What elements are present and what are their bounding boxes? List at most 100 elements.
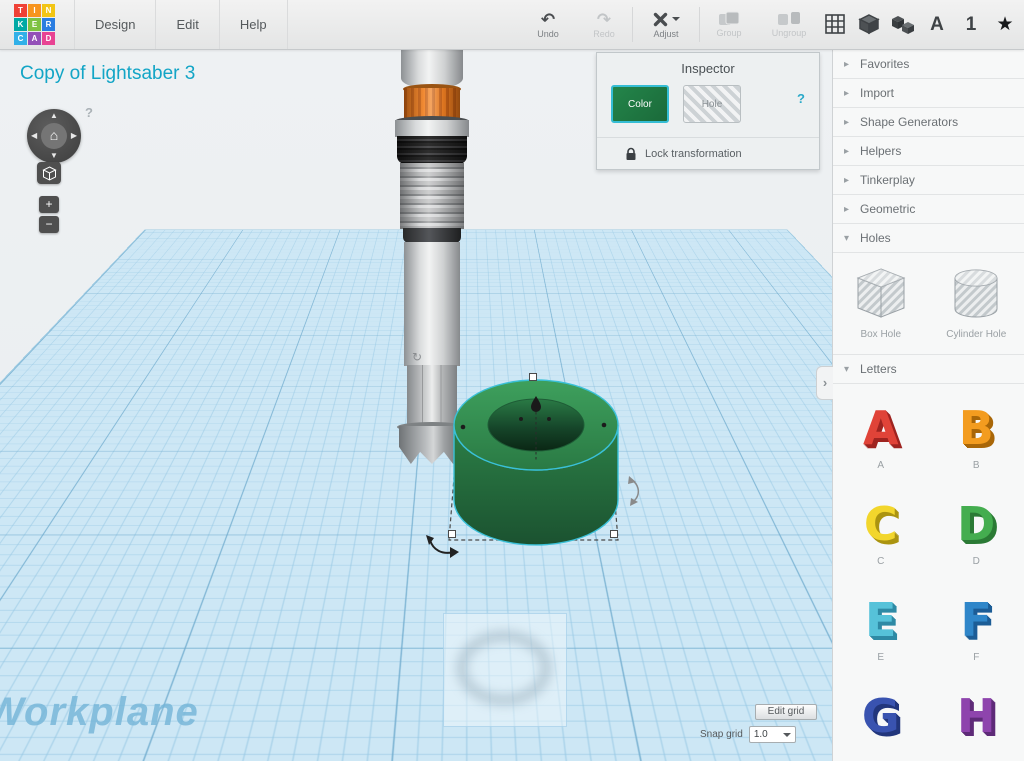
workplane-grid-icon[interactable] bbox=[822, 12, 848, 38]
edit-grid-button[interactable]: Edit grid bbox=[755, 704, 817, 720]
color-swatch[interactable]: Color bbox=[611, 85, 669, 123]
box-hole-icon bbox=[852, 265, 910, 323]
holes-shape-list: Box Hole Cylinder Hole bbox=[833, 253, 1024, 355]
sidebar-section-helpers[interactable]: ▸ Helpers bbox=[833, 137, 1024, 166]
zoom-out-button[interactable]: − bbox=[39, 216, 59, 233]
logo-tile: E bbox=[28, 18, 41, 31]
cube-icon bbox=[42, 166, 57, 181]
section-label: Shape Generators bbox=[860, 115, 958, 129]
letter-shape-d[interactable]: D D bbox=[929, 480, 1024, 576]
sidebar-collapse-tab[interactable]: › bbox=[816, 366, 833, 400]
chevron-down-icon bbox=[672, 17, 680, 25]
star-icon[interactable]: ★ bbox=[992, 12, 1018, 38]
home-view-icon[interactable]: ⌂ bbox=[41, 123, 67, 149]
letter-d-icon: D bbox=[957, 500, 995, 548]
rotate-left-arrow-icon[interactable]: ◀ bbox=[31, 132, 37, 140]
group-button[interactable]: Group bbox=[700, 0, 758, 49]
shape-label: C bbox=[877, 556, 884, 567]
section-label: Geometric bbox=[860, 202, 915, 216]
undo-button[interactable]: ↶ Undo bbox=[520, 0, 576, 49]
saber-dark-band bbox=[403, 228, 461, 243]
redo-icon: ↷ bbox=[597, 11, 611, 28]
shapes-icon[interactable] bbox=[890, 12, 916, 38]
chevron-right-icon: ▸ bbox=[844, 166, 849, 195]
sidebar-section-tinkerplay[interactable]: ▸ Tinkerplay bbox=[833, 166, 1024, 195]
menu-edit[interactable]: Edit bbox=[156, 0, 219, 49]
chevron-down-icon bbox=[783, 733, 791, 741]
shape-label: Cylinder Hole bbox=[946, 329, 1006, 340]
sidebar-section-shape-generators[interactable]: ▸ Shape Generators bbox=[833, 108, 1024, 137]
saber-black-ribs bbox=[397, 136, 467, 164]
shapes-sidebar: ▸ Favorites ▸ Import ▸ Shape Generators … bbox=[832, 50, 1024, 761]
letter-shape-h[interactable]: H bbox=[929, 672, 1024, 761]
top-bar: T I N K E R C A D Design Edit Help ↶ Und… bbox=[0, 0, 1024, 50]
letter-shape-g[interactable]: G bbox=[833, 672, 929, 761]
rotate-handle-side[interactable] bbox=[628, 476, 638, 506]
group-label: Group bbox=[716, 28, 741, 38]
adjust-label: Adjust bbox=[653, 29, 678, 39]
workplane-label: Workplane bbox=[0, 690, 199, 735]
snap-grid-label: Snap grid bbox=[700, 729, 743, 740]
lock-transformation-toggle[interactable]: Lock transformation bbox=[625, 147, 742, 161]
saber-collar bbox=[395, 120, 469, 137]
section-label: Letters bbox=[860, 362, 897, 376]
sidebar-section-favorites[interactable]: ▸ Favorites bbox=[833, 50, 1024, 79]
tinkercad-logo[interactable]: T I N K E R C A D bbox=[14, 4, 55, 45]
letter-shape-b[interactable]: B B bbox=[929, 384, 1024, 480]
main-menu: Design Edit Help bbox=[74, 0, 288, 49]
view-rotation-pad[interactable]: ▲ ▼ ◀ ▶ ⌂ bbox=[27, 109, 81, 163]
scale-dot-handle[interactable] bbox=[461, 425, 466, 430]
letter-tool-icon[interactable]: A bbox=[924, 12, 950, 38]
ungroup-button[interactable]: Ungroup bbox=[758, 0, 820, 49]
menu-help[interactable]: Help bbox=[220, 0, 288, 49]
box-icon[interactable] bbox=[856, 12, 882, 38]
letter-shape-e[interactable]: E E bbox=[833, 576, 929, 672]
selected-ring-object[interactable] bbox=[420, 360, 660, 620]
redo-button[interactable]: ↷ Redo bbox=[576, 0, 632, 49]
inspector-help-icon[interactable]: ? bbox=[797, 91, 805, 106]
corner-scale-handle[interactable] bbox=[449, 531, 456, 538]
ungroup-icon bbox=[777, 11, 801, 27]
adjust-wrench-icon bbox=[652, 11, 669, 28]
chevron-right-icon: ▸ bbox=[844, 108, 849, 137]
hole-swatch[interactable]: Hole bbox=[683, 85, 741, 123]
corner-scale-handle[interactable] bbox=[611, 531, 618, 538]
design-title: Copy of Lightsaber 3 bbox=[20, 63, 195, 85]
saber-body bbox=[404, 242, 460, 366]
adjust-button[interactable]: Adjust bbox=[633, 0, 699, 49]
rotate-right-arrow-icon[interactable]: ▶ bbox=[71, 132, 77, 140]
tinkercad-app: T I N K E R C A D Design Edit Help ↶ Und… bbox=[0, 0, 1024, 761]
letter-shape-c[interactable]: C C bbox=[833, 480, 929, 576]
cylinder-hole-shape[interactable]: Cylinder Hole bbox=[929, 253, 1024, 354]
box-hole-shape[interactable]: Box Hole bbox=[833, 253, 929, 354]
logo-tile: K bbox=[14, 18, 27, 31]
scale-dot-handle[interactable] bbox=[602, 423, 607, 428]
letter-shape-a[interactable]: A A bbox=[833, 384, 929, 480]
logo-tile: A bbox=[28, 32, 41, 45]
rotate-down-arrow-icon[interactable]: ▼ bbox=[50, 152, 58, 160]
chevron-right-icon: ▸ bbox=[844, 79, 849, 108]
scale-dot-handle[interactable] bbox=[547, 417, 551, 421]
chevron-right-icon: ▸ bbox=[844, 195, 849, 224]
height-handle[interactable] bbox=[530, 374, 537, 381]
divider bbox=[597, 137, 819, 138]
sidebar-section-letters[interactable]: ▾ Letters bbox=[833, 355, 1024, 384]
number-tool-icon[interactable]: 1 bbox=[958, 12, 984, 38]
rotate-up-arrow-icon[interactable]: ▲ bbox=[50, 112, 58, 120]
letter-shape-f[interactable]: F F bbox=[929, 576, 1024, 672]
sidebar-section-holes[interactable]: ▾ Holes bbox=[833, 224, 1024, 253]
help-question-icon[interactable]: ? bbox=[85, 105, 93, 120]
menu-design[interactable]: Design bbox=[74, 0, 156, 49]
redo-label: Redo bbox=[593, 29, 615, 39]
scale-dot-handle[interactable] bbox=[519, 417, 523, 421]
rotate-handle[interactable] bbox=[426, 535, 459, 558]
sidebar-section-import[interactable]: ▸ Import bbox=[833, 79, 1024, 108]
letter-f-icon: F bbox=[961, 596, 992, 644]
inspector-panel: Inspector Color Hole ? Lock transformati… bbox=[596, 52, 820, 170]
logo-tile: R bbox=[42, 18, 55, 31]
snap-grid-dropdown[interactable]: 1.0 bbox=[749, 726, 796, 743]
zoom-in-button[interactable]: + bbox=[39, 196, 59, 213]
sidebar-section-geometric[interactable]: ▸ Geometric bbox=[833, 195, 1024, 224]
logo-tile: N bbox=[42, 4, 55, 17]
view-cube-button[interactable] bbox=[37, 162, 61, 184]
